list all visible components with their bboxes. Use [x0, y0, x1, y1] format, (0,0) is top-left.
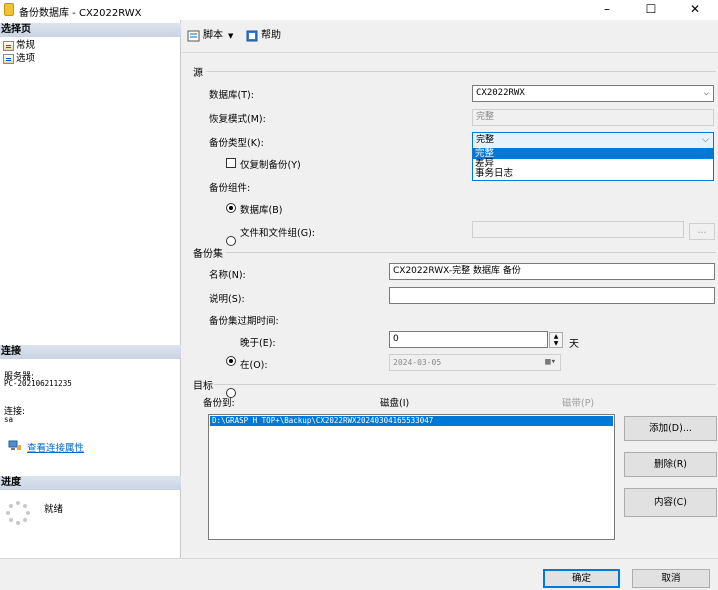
expire-on-label: 在(O):: [240, 360, 268, 371]
page-icon: [3, 41, 14, 51]
toolbar: 脚本 ▼ 帮助: [182, 20, 718, 53]
database-select-value: CX2022RWX: [476, 88, 525, 98]
backup-set-name-label: 名称(N):: [209, 270, 246, 281]
connection-properties-icon: [8, 440, 22, 451]
database-label: 数据库(T):: [209, 90, 254, 101]
description-input[interactable]: [389, 287, 715, 304]
backup-type-option-full[interactable]: 完整: [473, 149, 713, 159]
description-label: 说明(S):: [209, 294, 245, 305]
chevron-down-icon: ⌵: [702, 135, 709, 145]
help-label: 帮助: [261, 30, 281, 41]
component-database-radio[interactable]: [226, 203, 236, 213]
backup-set-group-divider: [226, 252, 716, 253]
left-pane: 选择页 常规 选项 连接 服务器: PC-202106211235 连接: sa…: [0, 20, 181, 558]
view-connection-properties-link[interactable]: 查看连接属性: [27, 440, 84, 454]
backup-to-tape-label: 磁带(P): [562, 398, 595, 409]
backup-set-group-header: 备份集: [193, 249, 223, 260]
contents-button[interactable]: 内容(C): [624, 488, 717, 517]
expire-after-label: 晚于(E):: [240, 338, 276, 349]
recovery-model-field: 完整: [472, 109, 714, 126]
title-bar: 备份数据库 - CX2022RWX – ☐ ✕: [0, 0, 718, 20]
component-files-label: 文件和文件组(G):: [240, 228, 315, 239]
progress-status: 就绪: [44, 504, 64, 515]
destination-group-header: 目标: [193, 381, 213, 392]
page-item-label: 选项: [16, 53, 36, 64]
help-icon: [246, 30, 258, 42]
backup-type-dropdown-list: 完整 差异 事务日志: [472, 148, 714, 181]
recovery-model-label: 恢复模式(M):: [209, 114, 266, 125]
connection-value: sa: [4, 415, 14, 424]
copy-only-checkbox[interactable]: [226, 158, 236, 168]
days-spinner[interactable]: ▲ ▼: [549, 332, 563, 348]
expire-label: 备份集过期时间:: [209, 316, 279, 327]
destination-group-divider: [214, 384, 716, 385]
page-icon: [3, 54, 14, 64]
calendar-icon: ▦▾: [545, 357, 556, 367]
backup-set-name-input[interactable]: CX2022RWX-完整 数据库 备份: [389, 263, 715, 280]
backup-type-select[interactable]: 完整 ⌵: [472, 132, 714, 149]
page-item-general[interactable]: 常规: [3, 40, 35, 52]
window-title: 备份数据库 - CX2022RWX: [19, 8, 142, 19]
expire-on-date-picker: 2024-03-05 ▦▾: [389, 354, 561, 371]
backup-to-disk-label: 磁盘(I): [380, 398, 410, 409]
script-icon: [187, 30, 200, 42]
expire-after-radio[interactable]: [226, 356, 236, 366]
browse-filegroups-button[interactable]: ...: [689, 223, 715, 240]
database-icon: [4, 3, 14, 16]
destination-path-item[interactable]: D:\GRASP H TOP+\Backup\CX2022RWX20240304…: [210, 416, 613, 426]
maximize-button[interactable]: ☐: [629, 0, 673, 20]
copy-only-label: 仅复制备份(Y): [240, 160, 301, 171]
minimize-button[interactable]: –: [585, 0, 629, 20]
backup-type-select-value: 完整: [476, 135, 495, 145]
database-select[interactable]: CX2022RWX ⌵: [472, 85, 714, 102]
cancel-button[interactable]: 取消: [632, 569, 710, 588]
add-destination-button[interactable]: 添加(D)...: [624, 416, 717, 441]
page-item-options[interactable]: 选项: [3, 53, 35, 65]
script-button[interactable]: 脚本 ▼: [187, 29, 233, 43]
expire-on-date-value: 2024-03-05: [393, 358, 442, 367]
backup-type-option-log[interactable]: 事务日志: [473, 169, 713, 179]
connection-header: 连接: [0, 345, 181, 359]
ok-button[interactable]: 确定: [543, 569, 620, 588]
destination-list[interactable]: D:\GRASP H TOP+\Backup\CX2022RWX20240304…: [208, 414, 615, 540]
backup-to-label: 备份到:: [203, 398, 235, 409]
remove-destination-button[interactable]: 删除(R): [624, 452, 717, 477]
source-group-header: 源: [193, 68, 203, 79]
chevron-down-icon: ▼: [228, 32, 234, 40]
page-item-label: 常规: [16, 40, 36, 51]
select-page-header: 选择页: [0, 23, 181, 37]
dialog-footer: 确定 取消: [0, 558, 718, 590]
progress-spinner-icon: [5, 500, 31, 526]
expire-after-days-input[interactable]: 0: [389, 331, 548, 348]
server-value: PC-202106211235: [4, 379, 72, 388]
backup-type-label: 备份类型(K):: [209, 138, 264, 149]
help-button[interactable]: 帮助: [246, 29, 281, 43]
backup-component-label: 备份组件:: [209, 183, 251, 194]
days-unit-label: 天: [569, 339, 579, 350]
source-group-divider: [206, 71, 716, 72]
chevron-down-icon: ⌵: [703, 88, 709, 98]
filegroups-field: [472, 221, 684, 238]
component-database-label: 数据库(B): [240, 205, 283, 216]
script-label: 脚本: [203, 30, 223, 41]
close-button[interactable]: ✕: [673, 0, 717, 20]
component-files-radio[interactable]: [226, 236, 236, 246]
progress-header: 进度: [0, 476, 181, 490]
